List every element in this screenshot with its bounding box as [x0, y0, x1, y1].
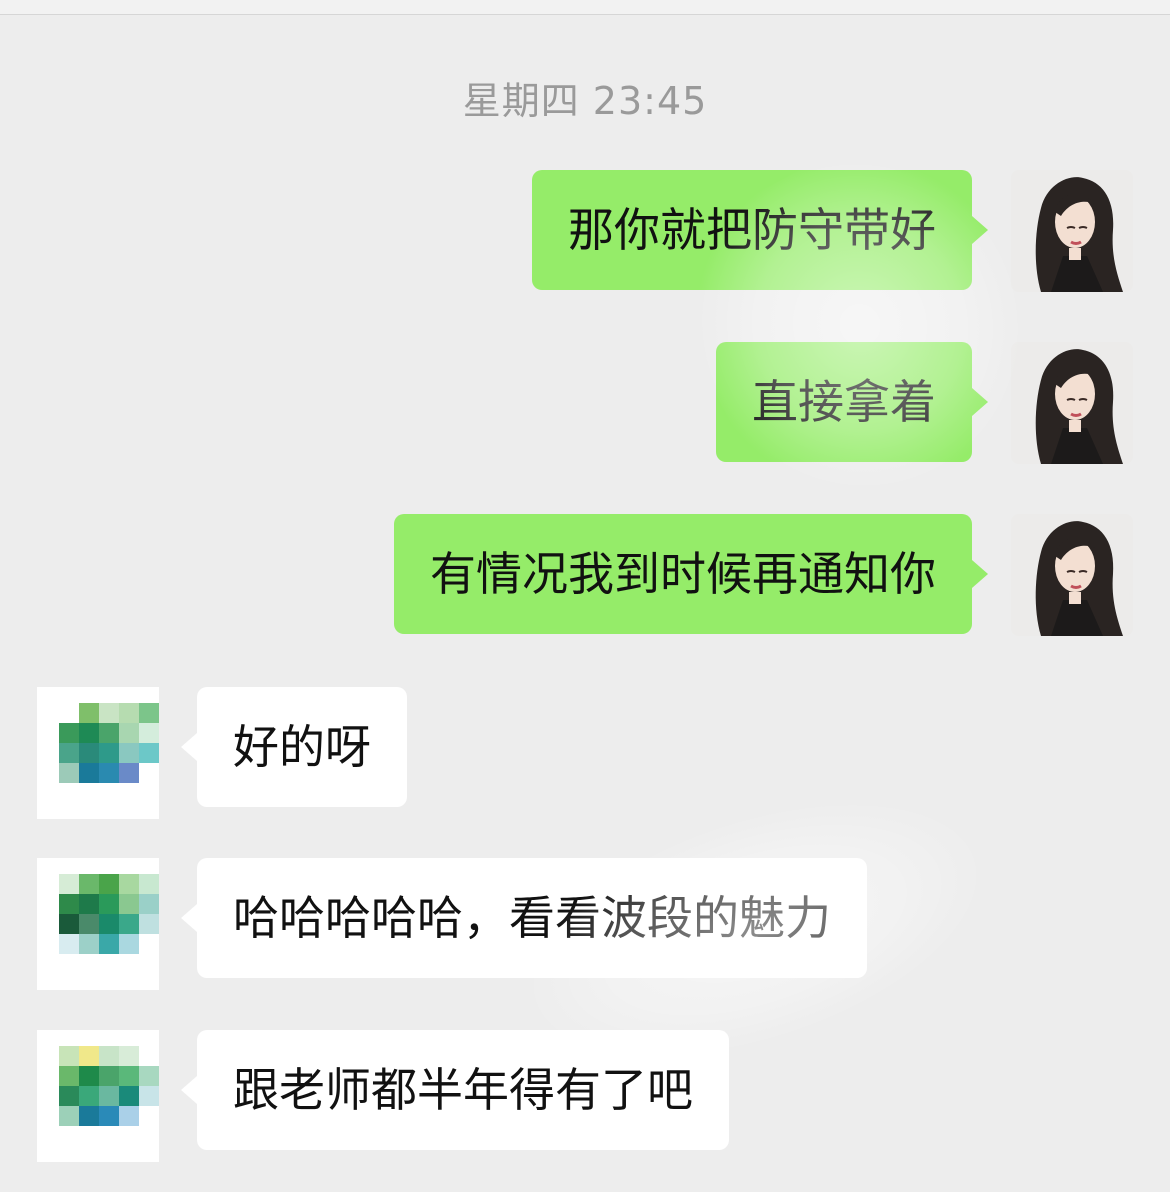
message-text: 跟老师都半年得有了吧 [233, 1063, 693, 1117]
avatar-pixelated-icon[interactable] [37, 858, 159, 990]
message-text: 哈哈哈哈哈，看看波段的魅力 [233, 891, 831, 945]
outgoing-message-bubble[interactable]: 直接拿着 [716, 342, 988, 462]
outgoing-message-bubble[interactable]: 那你就把防守带好 [532, 170, 988, 290]
pixelated-avatar-icon [59, 703, 159, 783]
bubble-tail [972, 216, 988, 244]
pixelated-avatar-icon [59, 874, 159, 954]
avatar-pixelated-icon[interactable] [37, 687, 159, 819]
message-row: 那你就把防守带好 [0, 170, 1170, 294]
message-text: 直接拿着 [752, 375, 936, 429]
message-row: 好的呀 [0, 687, 1170, 819]
bubble-tail [181, 1076, 197, 1104]
girl-portrait-icon [1011, 342, 1133, 464]
avatar-pixelated-icon[interactable] [37, 1030, 159, 1162]
message-row: 哈哈哈哈哈，看看波段的魅力 [0, 858, 1170, 990]
message-timestamp: 星期四 23:45 [462, 79, 708, 123]
top-divider [0, 0, 1170, 15]
message-row: 直接拿着 [0, 342, 1170, 466]
bubble-tail [181, 733, 197, 761]
incoming-message-bubble[interactable]: 好的呀 [181, 687, 407, 807]
pixelated-avatar-icon [59, 1046, 159, 1126]
avatar-girl-portrait-icon[interactable] [1011, 342, 1133, 464]
avatar-girl-portrait-icon[interactable] [1011, 514, 1133, 636]
bubble-tail [972, 388, 988, 416]
avatar-girl-portrait-icon[interactable] [1011, 170, 1133, 292]
message-row: 有情况我到时候再通知你 [0, 514, 1170, 638]
incoming-message-bubble[interactable]: 哈哈哈哈哈，看看波段的魅力 [181, 858, 867, 978]
message-text: 有情况我到时候再通知你 [430, 547, 936, 601]
message-row: 跟老师都半年得有了吧 [0, 1030, 1170, 1162]
incoming-message-bubble[interactable]: 跟老师都半年得有了吧 [181, 1030, 729, 1150]
message-text: 那你就把防守带好 [568, 203, 936, 257]
bubble-tail [181, 904, 197, 932]
bubble-tail [972, 560, 988, 588]
girl-portrait-icon [1011, 514, 1133, 636]
girl-portrait-icon [1011, 170, 1133, 292]
message-text: 好的呀 [233, 720, 371, 774]
outgoing-message-bubble[interactable]: 有情况我到时候再通知你 [394, 514, 988, 634]
